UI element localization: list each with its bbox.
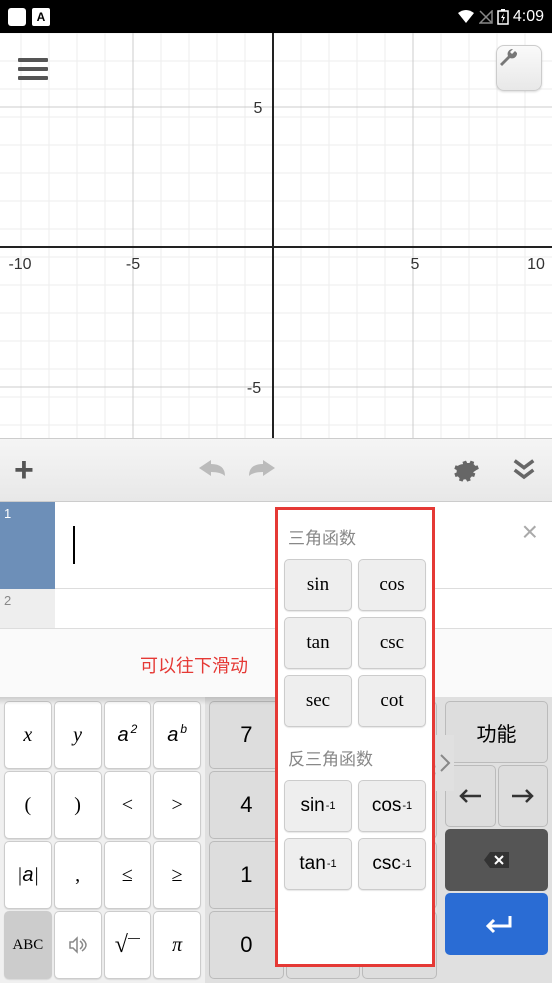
key-ge[interactable]: ≥ (153, 841, 201, 909)
undo-button[interactable] (197, 458, 231, 482)
key-abs[interactable]: |a| (4, 841, 52, 909)
svg-text:5: 5 (411, 256, 420, 273)
settings-wrench-button[interactable] (496, 45, 542, 91)
key-sqrt[interactable]: √ (104, 911, 152, 979)
key-pi[interactable]: π (153, 911, 201, 979)
add-expression-button[interactable]: + (14, 451, 34, 490)
key-4[interactable]: 4 (209, 771, 284, 839)
fn-acsc[interactable]: csc-1 (358, 838, 426, 890)
functions-popup: 三角函数 sin cos tan csc sec cot 反三角函数 sin-1… (275, 507, 435, 967)
key-le[interactable]: ≤ (104, 841, 152, 909)
fn-sin[interactable]: sin (284, 559, 352, 611)
fn-acos[interactable]: cos-1 (358, 780, 426, 832)
fn-cos[interactable]: cos (358, 559, 426, 611)
key-0[interactable]: 0 (209, 911, 284, 979)
key-cursor-right[interactable] (498, 765, 549, 827)
key-enter[interactable] (445, 893, 548, 955)
app-icon (8, 8, 26, 26)
fn-tan[interactable]: tan (284, 617, 352, 669)
close-icon[interactable]: × (522, 516, 538, 548)
key-a-squared[interactable]: a2 (104, 701, 152, 769)
fn-cot[interactable]: cot (358, 675, 426, 727)
expression-index: 1 (0, 502, 55, 589)
menu-button[interactable] (18, 53, 48, 85)
battery-charging-icon (497, 9, 509, 25)
key-y[interactable]: y (54, 701, 102, 769)
svg-text:-5: -5 (126, 256, 140, 273)
svg-text:10: 10 (527, 256, 545, 273)
collapse-chevron-icon[interactable] (510, 456, 538, 484)
chevron-right-icon (439, 753, 451, 773)
scroll-hint-text: 可以往下滑动 (140, 652, 248, 678)
key-backspace[interactable] (445, 829, 548, 891)
graph-canvas[interactable]: -10 -5 5 10 5 -5 (0, 33, 552, 438)
fn-sec[interactable]: sec (284, 675, 352, 727)
arrow-left-icon (457, 788, 483, 804)
key-gt[interactable]: > (153, 771, 201, 839)
expression-toolbar: + (0, 438, 552, 502)
key-7[interactable]: 7 (209, 701, 284, 769)
enter-icon (480, 914, 514, 934)
svg-text:-5: -5 (247, 380, 261, 397)
key-1[interactable]: 1 (209, 841, 284, 909)
ime-indicator: A (32, 8, 50, 26)
key-functions[interactable]: 功能 (445, 701, 548, 763)
key-abc[interactable]: ABC (4, 911, 52, 979)
svg-text:-10: -10 (8, 256, 31, 273)
expression-index: 2 (0, 589, 55, 629)
key-a-power-b[interactable]: ab (153, 701, 201, 769)
backspace-icon (482, 849, 512, 871)
key-rparen[interactable]: ) (54, 771, 102, 839)
signal-icon (479, 10, 493, 24)
wifi-icon (457, 10, 475, 24)
fn-atan[interactable]: tan-1 (284, 838, 352, 890)
wrench-icon (497, 46, 521, 70)
clock: 4:09 (513, 8, 544, 26)
fn-asin[interactable]: sin-1 (284, 780, 352, 832)
key-lt[interactable]: < (104, 771, 152, 839)
gear-icon[interactable] (452, 456, 480, 484)
fn-csc[interactable]: csc (358, 617, 426, 669)
android-statusbar: A 4:09 (0, 0, 552, 33)
arrow-right-icon (510, 788, 536, 804)
key-lparen[interactable]: ( (4, 771, 52, 839)
key-x[interactable]: x (4, 701, 52, 769)
key-speaker[interactable] (54, 911, 102, 979)
svg-text:5: 5 (254, 100, 263, 117)
key-comma[interactable]: , (54, 841, 102, 909)
redo-button[interactable] (243, 458, 277, 482)
keyboard-expand-chevron[interactable] (436, 735, 454, 791)
popup-section-title: 反三角函数 (288, 745, 426, 770)
speaker-icon (68, 936, 88, 954)
popup-section-title: 三角函数 (288, 524, 426, 549)
keyboard-shadow (0, 697, 275, 705)
